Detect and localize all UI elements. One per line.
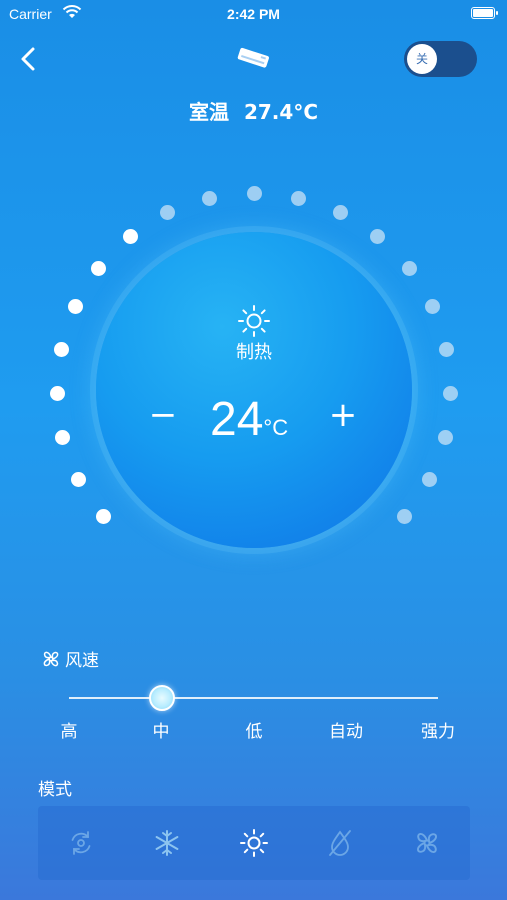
sun-icon — [240, 829, 268, 857]
temperature-scale-dot — [95, 509, 111, 525]
fan-speed-option[interactable]: 高 — [39, 717, 99, 742]
temperature-scale-dot — [49, 385, 65, 401]
fan-speed-option[interactable]: 自动 — [316, 717, 376, 742]
room-temperature-label: 室温 — [189, 100, 229, 124]
mode-auto-button[interactable] — [66, 828, 96, 858]
battery-icon — [471, 7, 498, 19]
mode-heat-button[interactable] — [239, 828, 269, 858]
fan-speed-title-text: 风速 — [65, 651, 99, 671]
temperature-scale-dot — [160, 205, 176, 221]
temperature-scale-dot — [401, 261, 417, 277]
dry-icon — [329, 830, 351, 856]
clock: 2:42 PM — [227, 6, 280, 22]
sun-icon — [238, 305, 270, 337]
chevron-left-icon — [21, 47, 35, 71]
temperature-scale-dot — [122, 229, 138, 245]
temperature-scale-dot — [439, 341, 455, 357]
mode-cool-button[interactable] — [152, 828, 182, 858]
snowflake-icon — [155, 830, 179, 856]
mode-title: 模式 — [38, 780, 72, 800]
fan-speed-slider-handle[interactable] — [149, 685, 175, 711]
temperature-scale-dot — [70, 471, 86, 487]
temperature-scale-dot — [422, 471, 438, 487]
fan-icon — [43, 651, 59, 666]
power-toggle[interactable]: 关 — [404, 41, 477, 77]
temperature-dial-area: 制热 − 24°C + — [0, 170, 507, 590]
current-mode-label: 制热 — [236, 342, 272, 363]
target-temperature-value: 24 — [210, 393, 264, 446]
temperature-dial: 制热 − 24°C + — [96, 232, 412, 548]
temperature-scale-dot — [397, 509, 413, 525]
mode-dry-button[interactable] — [325, 828, 355, 858]
nav-bar: 关 — [0, 36, 507, 86]
fan-speed-option[interactable]: 强力 — [408, 717, 468, 742]
back-button[interactable] — [14, 44, 44, 74]
temperature-scale-dot — [437, 430, 453, 446]
fan-icon — [417, 833, 437, 853]
decrease-temperature-button[interactable]: − — [148, 398, 178, 432]
status-bar: Carrier 2:42 PM — [0, 0, 507, 28]
fan-speed-slider-track[interactable] — [69, 697, 438, 699]
mode-selector — [38, 806, 470, 880]
temperature-scale-dot — [67, 299, 83, 315]
temperature-unit: °C — [263, 415, 289, 440]
temperature-scale-dot — [246, 185, 262, 201]
auto-cycle-icon — [71, 831, 91, 855]
room-temperature: 室温 27.4°C — [0, 96, 507, 125]
mode-fan-button[interactable] — [412, 828, 442, 858]
fan-speed-option[interactable]: 中 — [131, 717, 191, 742]
temperature-scale-dot — [443, 385, 459, 401]
fan-speed-title: 风速 — [40, 646, 99, 671]
temperature-scale-dot — [202, 190, 218, 206]
temperature-scale-dot — [55, 430, 71, 446]
temperature-scale-dot — [425, 299, 441, 315]
temperature-scale-dot — [370, 229, 386, 245]
temperature-scale-dot — [332, 205, 348, 221]
target-temperature: 24°C — [210, 392, 288, 447]
increase-temperature-button[interactable]: + — [328, 398, 358, 432]
power-toggle-label: 关 — [407, 44, 437, 74]
temperature-scale-dot — [91, 261, 107, 277]
temperature-scale-dot — [290, 190, 306, 206]
air-conditioner-icon — [234, 44, 274, 74]
room-temperature-value: 27.4°C — [243, 100, 318, 124]
temperature-scale-dot — [53, 341, 69, 357]
fan-speed-option[interactable]: 低 — [224, 717, 284, 742]
